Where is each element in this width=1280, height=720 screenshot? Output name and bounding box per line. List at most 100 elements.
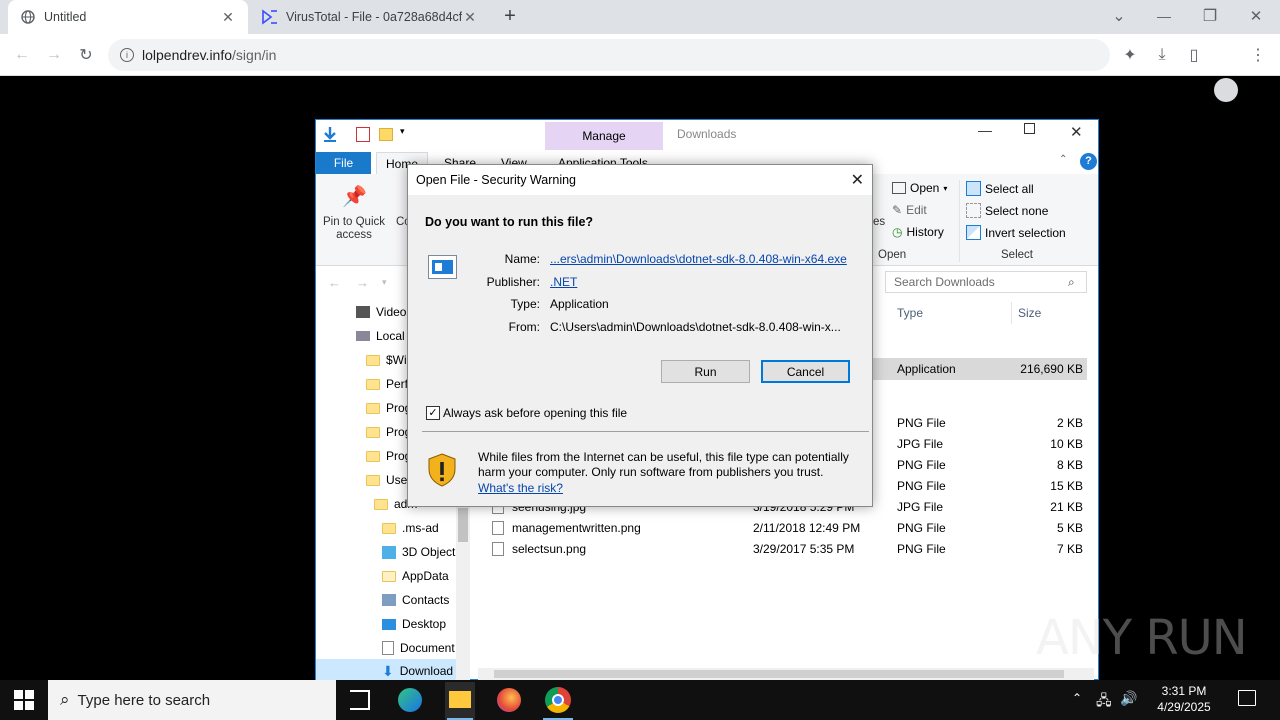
tab-manage[interactable]: Manage (545, 122, 663, 150)
nav-back-icon[interactable]: ← (328, 275, 341, 290)
new-folder-icon[interactable] (379, 128, 393, 141)
folder-icon (366, 354, 380, 366)
from-value: C:\Users\admin\Downloads\dotnet-sdk-8.0.… (550, 320, 841, 334)
always-ask-checkbox[interactable]: ✓ (426, 406, 440, 420)
edge-icon[interactable] (398, 688, 422, 712)
warning-text: While files from the Internet can be use… (478, 450, 849, 479)
select-none-button[interactable]: Select none (966, 203, 1048, 218)
clock-date: 4/29/2025 (1157, 700, 1211, 714)
nav-item-program-files[interactable]: Prog (366, 401, 411, 415)
tab-file[interactable]: File (316, 152, 371, 174)
selected-file-row[interactable]: Application 216,690 KB (873, 358, 1087, 380)
nav-item-desktop[interactable]: Desktop (382, 617, 446, 631)
help-icon[interactable]: ? (1080, 153, 1097, 170)
pin-to-quick-access-button[interactable]: Pin to Quick access (322, 216, 386, 242)
side-panel-icon[interactable]: ▯ (1180, 41, 1208, 69)
nav-item-downloads[interactable]: ⬇ Download (316, 659, 470, 680)
url-host: lolpendrev.info (142, 47, 233, 63)
run-button[interactable]: Run (661, 360, 750, 383)
nav-item-contacts[interactable]: Contacts (382, 593, 449, 607)
reload-icon[interactable]: ↻ (72, 41, 100, 69)
collapse-ribbon-icon[interactable]: ⌃ (1059, 154, 1067, 165)
invert-selection-button[interactable]: Invert selection (966, 225, 1066, 240)
select-all-button[interactable]: Select all (966, 181, 1034, 196)
column-type[interactable]: Type (897, 306, 923, 320)
taskbar-search-box[interactable]: ⌕ Type here to search (48, 680, 336, 720)
close-tab-icon[interactable]: ✕ (220, 9, 236, 26)
globe-icon (20, 9, 36, 25)
file-row[interactable]: selectsun.png 3/29/2017 5:35 PM PNG File 7 … (492, 538, 1092, 559)
clock[interactable]: 3:31 PM 4/29/2025 (1146, 683, 1222, 715)
search-downloads-input[interactable]: Search Downloads ⌕ (885, 271, 1087, 293)
task-view-icon[interactable] (350, 690, 370, 710)
file-name-link[interactable]: ...ers\admin\Downloads\dotnet-sdk-8.0.40… (550, 252, 847, 266)
firefox-icon[interactable] (497, 688, 521, 712)
nav-item-programdata[interactable]: Prog (366, 449, 411, 463)
nav-item-appdata[interactable]: AppData (382, 569, 449, 583)
file-explorer-icon (449, 691, 471, 708)
show-hidden-icons-icon[interactable]: ⌃ (1072, 691, 1082, 705)
file-explorer-taskbar-button[interactable] (445, 682, 475, 720)
maximize-icon[interactable] (1024, 123, 1035, 134)
application-icon (428, 255, 457, 279)
nav-item-windows[interactable]: $Wi (366, 353, 407, 367)
tab-search-icon[interactable]: ⌄ (1105, 2, 1133, 30)
menu-kebab-icon[interactable]: ⋮ (1244, 41, 1272, 69)
edit-button[interactable]: ✎ Edit (892, 203, 927, 217)
dialog-title: Open File - Security Warning (416, 173, 577, 187)
forward-icon[interactable]: → (40, 41, 68, 69)
nav-item-local[interactable]: Local (356, 329, 405, 343)
column-size[interactable]: Size (1018, 306, 1041, 320)
nav-forward-icon[interactable]: → (356, 275, 369, 290)
whats-the-risk-link[interactable]: What's the risk? (478, 481, 563, 495)
horizontal-scrollbar-thumb[interactable] (494, 670, 1064, 678)
nav-item-documents[interactable]: Document (382, 641, 455, 655)
publisher-link[interactable]: .NET (550, 275, 577, 289)
close-tab-icon[interactable]: ✕ (462, 9, 478, 26)
3d-objects-icon (382, 545, 396, 559)
folder-icon (366, 426, 380, 438)
recent-locations-icon[interactable]: ▾ (382, 277, 387, 288)
back-icon[interactable]: ← (8, 41, 36, 69)
chrome-icon[interactable] (545, 687, 571, 713)
nav-item-videos[interactable]: Videos (356, 305, 412, 319)
nav-item-3d-objects[interactable]: 3D Object (382, 545, 455, 559)
folder-icon (366, 450, 380, 462)
horizontal-scrollbar[interactable] (478, 668, 1094, 680)
nav-scrollbar-thumb[interactable] (458, 508, 468, 542)
select-all-icon (966, 181, 981, 196)
nav-item-users[interactable]: User (366, 473, 411, 487)
nav-item-perflogs[interactable]: Perfl (366, 377, 411, 391)
notifications-icon[interactable] (1238, 690, 1256, 706)
restore-icon[interactable]: ❐ (1196, 2, 1224, 30)
download-icon[interactable]: ⤓ (1148, 41, 1176, 69)
open-button[interactable]: Open ▾ (892, 181, 947, 195)
start-windows-icon[interactable] (14, 690, 34, 713)
quick-download-icon[interactable] (322, 126, 338, 142)
close-dialog-icon[interactable]: ✕ (851, 170, 864, 190)
close-window-icon[interactable]: ✕ (1070, 123, 1083, 141)
extensions-icon[interactable]: ✦ (1116, 41, 1144, 69)
nav-item-program-files-x86[interactable]: Prog (366, 425, 411, 439)
window-title: Downloads (677, 127, 737, 141)
network-icon[interactable]: 🖧 (1096, 690, 1112, 714)
customize-qat-icon[interactable]: ▾ (400, 126, 405, 137)
history-button[interactable]: ◷ History (892, 225, 944, 239)
folder-icon (382, 570, 396, 582)
tab-virustotal[interactable]: VirusTotal - File - 0a728a68d4cf7… ✕ (250, 0, 490, 34)
volume-icon[interactable]: 🔊 (1120, 690, 1137, 707)
file-row[interactable]: managementwritten.png 2/11/2018 12:49 PM P… (492, 517, 1092, 538)
nav-item-ms-ad[interactable]: .ms-ad (382, 521, 439, 535)
profile-avatar-icon[interactable] (1214, 78, 1238, 102)
new-tab-button[interactable]: + (498, 4, 522, 28)
minimize-icon[interactable]: — (978, 122, 992, 138)
cancel-button[interactable]: Cancel (761, 360, 850, 383)
column-divider (1011, 302, 1012, 324)
close-window-icon[interactable]: ✕ (1242, 2, 1270, 30)
anyrun-watermark: ANY RUN (1036, 610, 1248, 666)
properties-icon[interactable] (356, 127, 370, 142)
address-bar[interactable]: i lolpendrev.info/sign/in (108, 39, 1110, 71)
site-info-icon[interactable]: i (120, 48, 134, 62)
minimize-icon[interactable]: — (1150, 2, 1178, 30)
tab-untitled[interactable]: Untitled ✕ (8, 0, 248, 34)
